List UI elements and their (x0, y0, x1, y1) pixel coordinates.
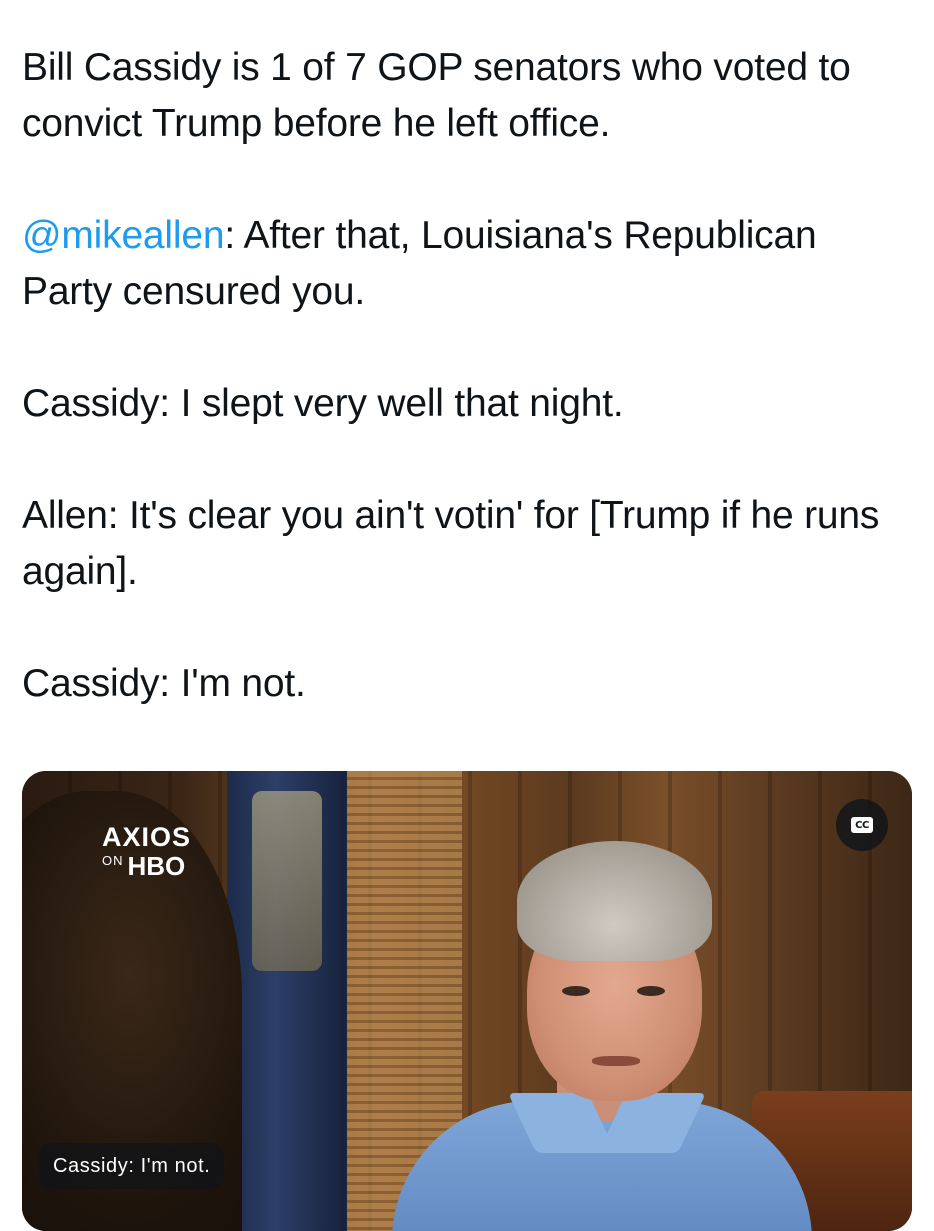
tweet-paragraph-3: Cassidy: I slept very well that night. (22, 382, 624, 425)
logo-axios: AXIOS (102, 822, 192, 852)
axios-on-hbo-logo: AXIOS ON HBO (102, 823, 191, 880)
tweet-paragraph-2: @mikeallen: After that, Louisiana's Repu… (22, 208, 912, 320)
mouth (592, 1056, 640, 1066)
tweet-paragraph-4: Allen: It's clear you ain't votin' for [… (22, 494, 880, 593)
tweet-text: Bill Cassidy is 1 of 7 GOP senators who … (22, 40, 912, 712)
video-caption: Cassidy: I'm not. (39, 1143, 225, 1189)
logo-bottom-row: ON HBO (102, 853, 191, 880)
right-eye (637, 986, 665, 996)
mention-link[interactable]: @mikeallen (22, 214, 225, 257)
gray-hair (517, 841, 712, 961)
flag-seal (252, 791, 322, 971)
left-eye (562, 986, 590, 996)
tweet-paragraph-5: Cassidy: I'm not. (22, 662, 306, 705)
logo-on: ON (102, 853, 124, 868)
logo-network: HBO (127, 851, 186, 881)
tweet-paragraph-1: Bill Cassidy is 1 of 7 GOP senators who … (22, 46, 851, 145)
closed-captions-button[interactable]: CC (836, 799, 888, 851)
closed-captions-icon: CC (851, 817, 873, 833)
video-player[interactable]: AXIOS ON HBO CC Cassidy: I'm not. (22, 771, 912, 1231)
interviewee (392, 831, 812, 1231)
